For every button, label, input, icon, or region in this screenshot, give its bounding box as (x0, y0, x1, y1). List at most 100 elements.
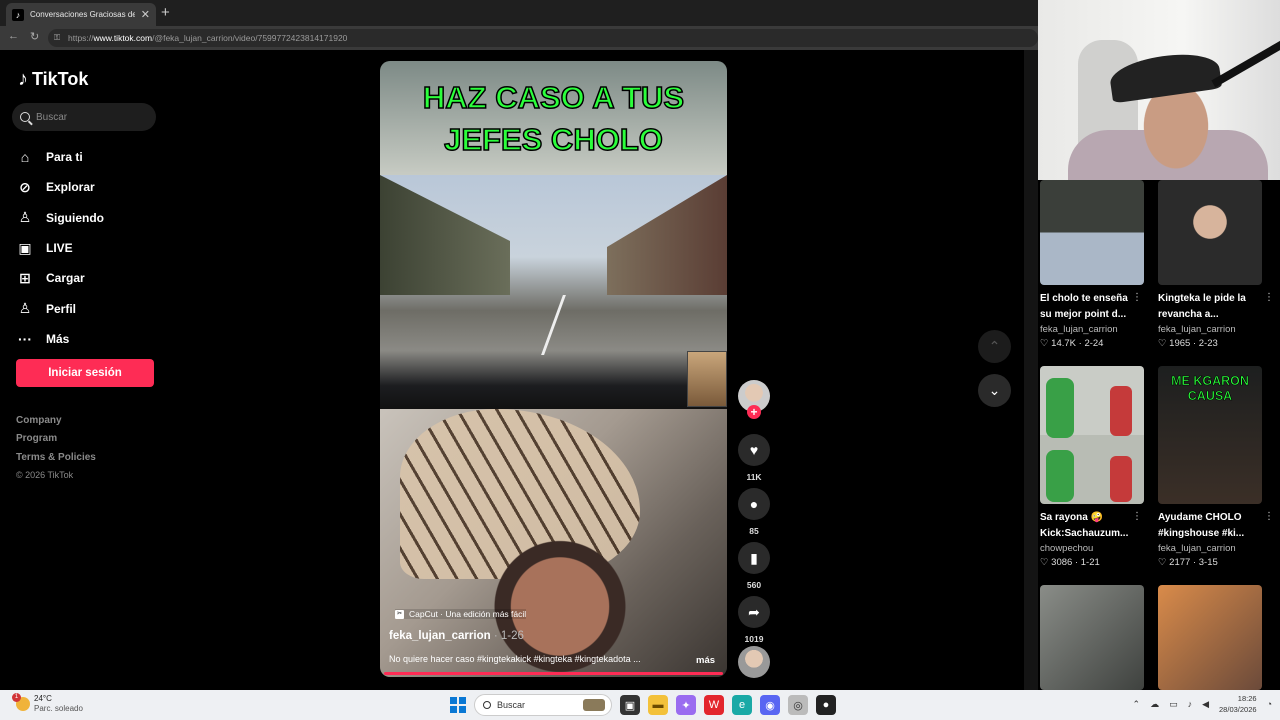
new-tab-button[interactable]: + (161, 4, 170, 21)
video-card[interactable] (1040, 585, 1146, 690)
nav-item-mas[interactable]: ··· Más (16, 324, 104, 354)
reload-icon[interactable]: ↻ (30, 30, 39, 43)
taskbar: 1 24°C Parc. soleado Buscar ▣ ▬ ✦ W e ◉ … (0, 690, 1280, 720)
obs-icon[interactable]: ● (816, 695, 836, 715)
taskbar-search[interactable]: Buscar (474, 694, 612, 716)
edge-icon[interactable]: e (732, 695, 752, 715)
browser-tab-bar: ♪ Conversaciones Graciosas de Kingteka ✕… (0, 0, 1040, 26)
cloud-icon[interactable]: ☁ (1150, 699, 1159, 710)
author-avatar[interactable]: + (738, 380, 770, 419)
nav-label: LIVE (46, 241, 73, 256)
tab-title: Conversaciones Graciosas de Kingteka (30, 10, 135, 19)
chevron-up-icon[interactable]: ⌃ (1133, 699, 1141, 710)
weather-text: 24°C Parc. soleado (34, 694, 83, 714)
save-action[interactable]: ▮ 560 (736, 542, 772, 596)
share-action[interactable]: ➦ 1019 (736, 596, 772, 650)
video-card[interactable]: Kingteka le pide la revancha a... ⋮ feka… (1158, 180, 1274, 349)
heart-icon[interactable]: ♥ (738, 434, 770, 466)
card-title: Ayudame CHOLO #kingshouse #ki... (1158, 512, 1245, 539)
nav-item-live[interactable]: ▣ LIVE (16, 233, 104, 263)
copilot-icon[interactable]: ✦ (676, 695, 696, 715)
video-thumbnail[interactable] (1158, 180, 1262, 285)
system-tray: ⌃ ☁ ▭ ♪ ◀ 18:26 28/03/2026 ◔ (1133, 693, 1272, 715)
video-description: No quiere hacer caso #kingtekakick #king… (389, 654, 641, 664)
more-options-icon[interactable]: ⋮ (1264, 511, 1274, 522)
comment-action[interactable]: ● 85 (736, 488, 772, 542)
video-thumbnail[interactable] (1158, 585, 1262, 690)
previous-video-button[interactable]: ⌃ (978, 330, 1011, 363)
follow-plus-icon[interactable]: + (747, 405, 761, 419)
video-thumbnail[interactable] (1040, 180, 1144, 285)
task-view-icon[interactable]: ▣ (620, 695, 640, 715)
network-icon[interactable]: ▭ (1169, 699, 1178, 710)
share-icon[interactable]: ➦ (738, 596, 770, 628)
search-icon (483, 701, 491, 709)
video-player[interactable]: HAZ CASO A TUS JEFES CHOLO ✂ CapCut · Un… (380, 61, 727, 677)
footer-link-program[interactable]: Program (16, 433, 96, 451)
browser-tab[interactable]: ♪ Conversaciones Graciosas de Kingteka ✕ (6, 3, 156, 26)
home-icon: ⌂ (20, 149, 30, 166)
windows-start-icon[interactable] (450, 697, 466, 713)
video-thumbnail[interactable]: ME KGARON CAUSA (1158, 366, 1262, 504)
close-tab-icon[interactable]: ✕ (141, 8, 150, 21)
nav-item-siguiendo[interactable]: ♙ Siguiendo (16, 203, 104, 233)
next-video-button[interactable]: ⌄ (978, 374, 1011, 407)
card-author: feka_lujan_carrion (1040, 324, 1118, 335)
clock[interactable]: 18:26 28/03/2026 (1219, 693, 1257, 715)
card-likes: 2177 (1169, 557, 1191, 568)
video-progress-bar[interactable] (384, 672, 723, 675)
search-highlight-icon (583, 699, 605, 711)
video-author[interactable]: feka_lujan_carrion · 1-26 (389, 630, 524, 642)
tiktok-icon: ♪ (18, 68, 28, 90)
login-button[interactable]: Iniciar sesión (16, 359, 154, 387)
mic-icon[interactable]: ♪ (1188, 699, 1193, 709)
capcut-badge[interactable]: ✂ CapCut · Una edición más fácil (395, 609, 527, 619)
wps-icon[interactable]: W (704, 695, 724, 715)
search-input[interactable]: Buscar (12, 103, 156, 131)
person-face (490, 524, 630, 674)
volume-icon[interactable]: ◀ (1202, 699, 1209, 710)
video-card[interactable] (1158, 585, 1264, 690)
author-name: feka_lujan_carrion (389, 630, 491, 642)
road-line (541, 295, 566, 355)
music-disc-avatar[interactable] (738, 646, 770, 678)
url-path: /@feka_lujan_carrion/video/7599772423814… (152, 33, 348, 43)
comment-icon[interactable]: ● (738, 488, 770, 520)
footer-links: Company Program Terms & Policies © 2026 … (16, 415, 96, 488)
app-icon[interactable]: ◎ (788, 695, 808, 715)
video-card[interactable]: ME KGARON CAUSA Ayudame CHOLO #kingshous… (1158, 366, 1274, 568)
more-options-icon[interactable]: ⋮ (1264, 292, 1274, 303)
more-options-icon[interactable]: ⋮ (1132, 511, 1142, 522)
bell-icon[interactable]: ◔ (1267, 699, 1272, 709)
file-explorer-icon[interactable]: ▬ (648, 695, 668, 715)
search-placeholder: Buscar (36, 111, 68, 123)
nav-item-cargar[interactable]: ⊞ Cargar (16, 263, 104, 293)
nav-item-para-ti[interactable]: ⌂ Para ti (16, 142, 104, 172)
more-options-icon[interactable]: ⋮ (1132, 292, 1142, 303)
video-thumbnail[interactable] (1040, 585, 1144, 690)
tiktok-logo[interactable]: ♪ TikTok (18, 68, 88, 91)
weather-desc: Parc. soleado (34, 704, 83, 713)
card-stats: ♡ 14.7K · 2-24 (1040, 338, 1104, 349)
tiktok-page: ♪ TikTok Buscar ⌂ Para ti ⊘ Explorar ♙ Sigu… (0, 50, 1040, 690)
video-thumbnail[interactable] (1040, 366, 1144, 504)
more-button[interactable]: más (696, 655, 715, 666)
main-nav: ⌂ Para ti ⊘ Explorar ♙ Siguiendo ▣ LIVE ⊞ Car… (16, 142, 104, 354)
site-info-icon[interactable]: ⚿ (54, 29, 60, 47)
webcam-overlay (1038, 0, 1280, 180)
like-action[interactable]: ♥ 11K (736, 434, 772, 488)
video-card[interactable]: El cholo te enseña su mejor point d... ⋮… (1040, 180, 1146, 349)
url-field[interactable]: ⚿ https://www.tiktok.com/@feka_lujan_car… (48, 29, 1038, 47)
footer-link-terms[interactable]: Terms & Policies (16, 452, 96, 470)
weather-widget[interactable]: 1 24°C Parc. soleado (12, 693, 83, 714)
discord-icon[interactable]: ◉ (760, 695, 780, 715)
nav-item-explorar[interactable]: ⊘ Explorar (16, 172, 104, 202)
more-icon: ··· (18, 330, 32, 347)
nav-item-perfil[interactable]: ♙ Perfil (16, 293, 104, 323)
back-icon[interactable]: ← (8, 30, 19, 42)
url-host: www.tiktok.com (93, 33, 153, 43)
video-card[interactable]: Sa rayona 🤪 Kick:Sachauzum... ⋮ chowpech… (1040, 366, 1146, 568)
footer-link-company[interactable]: Company (16, 415, 96, 433)
card-title: Sa rayona 🤪 Kick:Sachauzum... (1040, 512, 1129, 539)
bookmark-icon[interactable]: ▮ (738, 542, 770, 574)
